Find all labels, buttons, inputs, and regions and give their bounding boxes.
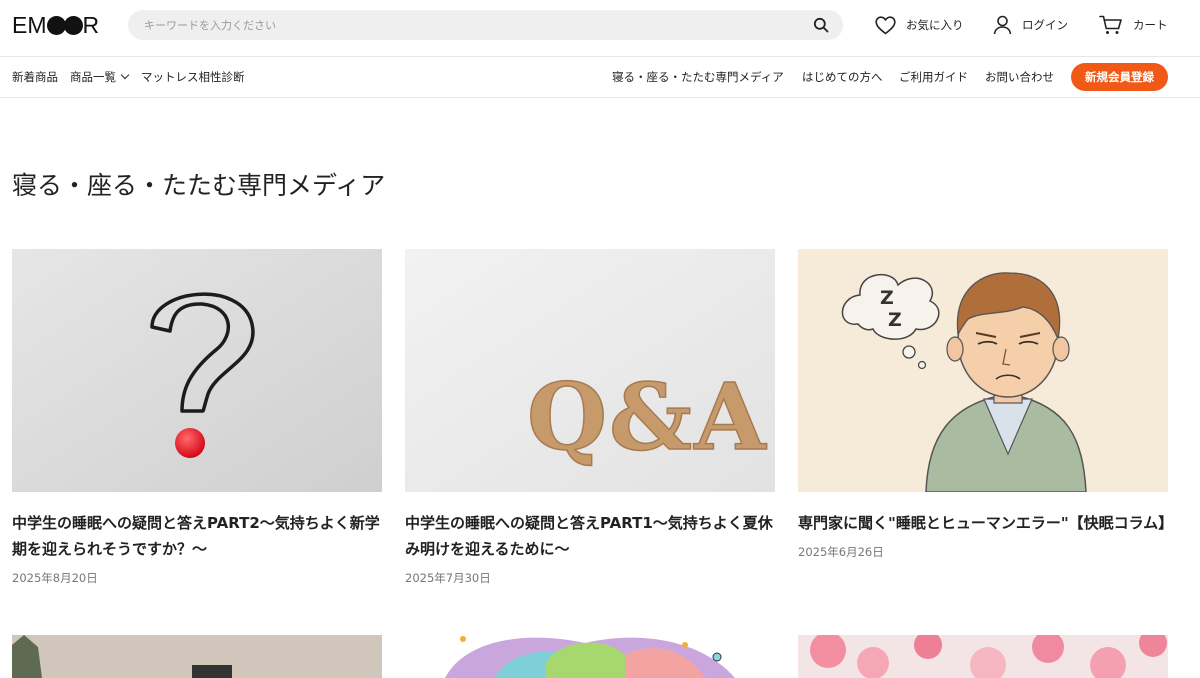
search-input[interactable] bbox=[144, 10, 784, 40]
main-nav: 新着商品 商品一覧 マットレス相性診断 寝る・座る・たたむ専門メディア はじめて… bbox=[0, 57, 1200, 97]
article-title[interactable]: 専門家に聞く"睡眠とヒューマンエラー"【快眠コラム】 bbox=[798, 510, 1173, 536]
article-thumbnail[interactable] bbox=[12, 249, 382, 492]
nav-media[interactable]: 寝る・座る・たたむ専門メディア bbox=[612, 69, 784, 85]
nav-mattress-diagnosis[interactable]: マットレス相性診断 bbox=[141, 69, 245, 85]
cart-label: カート bbox=[1133, 18, 1168, 32]
top-header: EMR お気に入り ログイン カート bbox=[0, 0, 1200, 50]
register-button[interactable]: 新規会員登録 bbox=[1071, 63, 1168, 91]
article-card[interactable]: Q&A 中学生の睡眠への疑問と答えPART1〜気持ちよく夏休み明けを迎えるために… bbox=[405, 249, 775, 586]
user-icon bbox=[993, 15, 1012, 35]
chevron-down-icon bbox=[120, 70, 130, 80]
article-card[interactable]: ZZ 専門家に聞く"睡眠とヒューマンエラー"【快眠コラム】 2025年6月26日 bbox=[798, 249, 1173, 560]
page-title: 寝る・座る・たたむ専門メディア bbox=[12, 171, 386, 200]
article-card[interactable]: 中学生の睡眠への疑問と答えPART2〜気持ちよく新学期を迎えられそうですか？〜 … bbox=[12, 249, 382, 586]
article-date: 2025年6月26日 bbox=[798, 545, 884, 559]
article-date: 2025年7月30日 bbox=[405, 571, 491, 585]
login-link[interactable]: ログイン bbox=[993, 13, 1068, 37]
nav-product-list[interactable]: 商品一覧 bbox=[70, 69, 130, 85]
article-thumbnail[interactable] bbox=[798, 635, 1168, 678]
article-thumbnail[interactable] bbox=[405, 635, 775, 678]
cart-link[interactable]: カート bbox=[1099, 13, 1168, 37]
room-photo-image bbox=[12, 635, 382, 678]
nav-new-products[interactable]: 新着商品 bbox=[12, 69, 58, 85]
cart-icon bbox=[1099, 15, 1122, 34]
qa-letters: Q&A bbox=[527, 363, 768, 471]
article-date: 2025年8月20日 bbox=[12, 571, 98, 585]
article-thumbnail[interactable]: ZZ bbox=[798, 249, 1168, 492]
brain-illustration bbox=[405, 635, 775, 678]
nav-first-time[interactable]: はじめての方へ bbox=[802, 69, 883, 85]
favorites-label: お気に入り bbox=[906, 18, 964, 32]
article-thumbnail[interactable]: Q&A bbox=[405, 249, 775, 492]
nav-guide[interactable]: ご利用ガイド bbox=[899, 69, 968, 85]
favorites-link[interactable]: お気に入り bbox=[875, 13, 964, 37]
search-bar bbox=[128, 10, 843, 40]
nav-product-list-label: 商品一覧 bbox=[70, 70, 116, 84]
qa-letters-image: Q&A bbox=[405, 249, 775, 492]
heart-icon bbox=[875, 15, 896, 34]
nav-divider bbox=[0, 97, 1200, 98]
search-icon[interactable] bbox=[813, 17, 829, 33]
nav-contact[interactable]: お問い合わせ bbox=[985, 69, 1054, 85]
question-mark-image bbox=[12, 249, 382, 492]
sleepy-man-illustration: ZZ bbox=[798, 249, 1168, 492]
article-title[interactable]: 中学生の睡眠への疑問と答えPART2〜気持ちよく新学期を迎えられそうですか？〜 bbox=[12, 510, 382, 562]
emoor-logo[interactable]: EM R bbox=[12, 12, 99, 38]
article-title[interactable]: 中学生の睡眠への疑問と答えPART1〜気持ちよく夏休み明けを迎えるために〜 bbox=[405, 510, 775, 562]
login-label: ログイン bbox=[1022, 18, 1068, 32]
flowers-image bbox=[798, 635, 1168, 678]
article-thumbnail[interactable] bbox=[12, 635, 382, 678]
